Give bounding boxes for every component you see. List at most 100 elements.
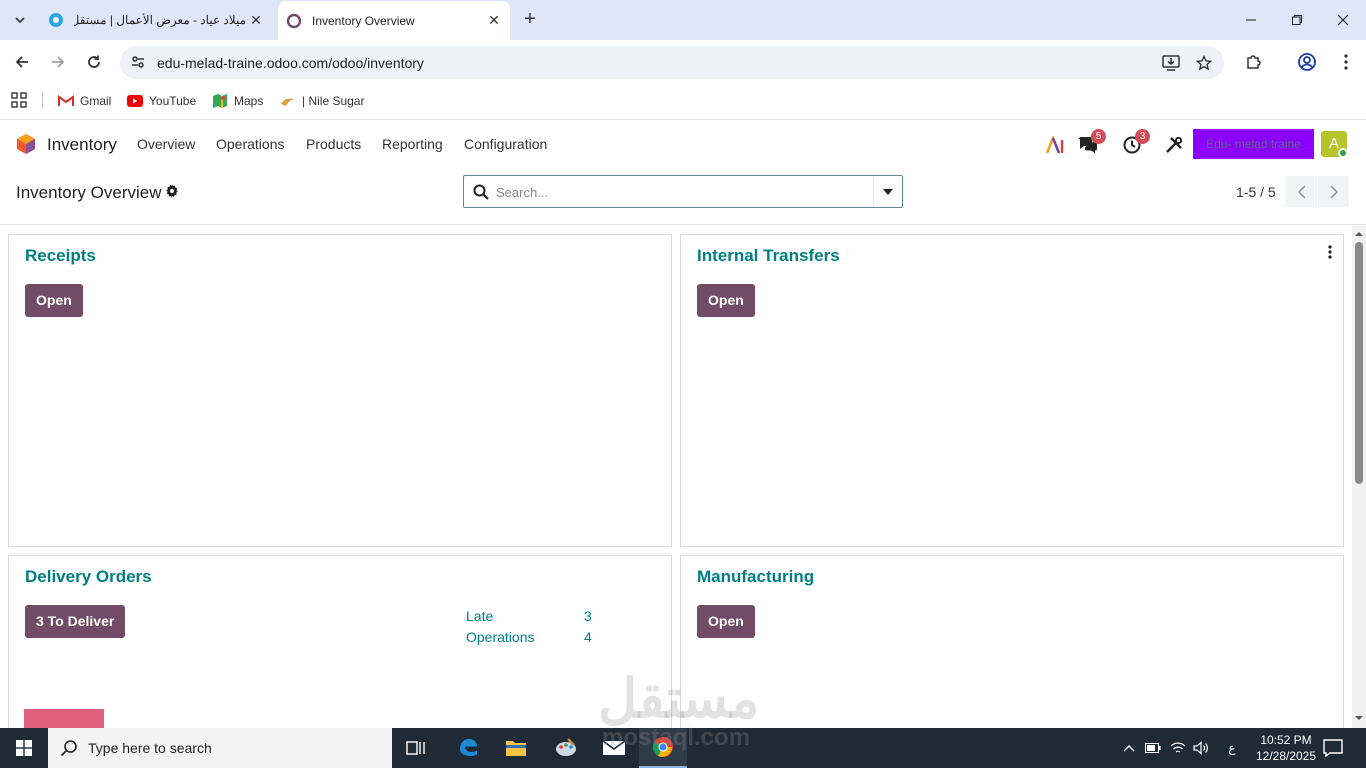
bookmark-maps[interactable]: Maps bbox=[212, 93, 263, 109]
bookmark-star-button[interactable] bbox=[1193, 52, 1215, 74]
taskbar-search[interactable]: Type here to search bbox=[48, 728, 392, 768]
operations-label[interactable]: Operations bbox=[466, 629, 534, 645]
ai-button[interactable] bbox=[1043, 133, 1067, 157]
messages-button[interactable]: 5 bbox=[1076, 129, 1106, 157]
system-clock[interactable]: 10:52 PM 12/28/2025 bbox=[1248, 732, 1324, 764]
install-icon bbox=[1162, 55, 1180, 71]
restore-button[interactable] bbox=[1274, 0, 1320, 40]
new-tab-button[interactable]: + bbox=[518, 8, 542, 32]
scroll-thumb[interactable] bbox=[1355, 242, 1363, 484]
online-status-dot bbox=[1338, 148, 1348, 158]
bookmark-nile-sugar[interactable]: | Nile Sugar bbox=[280, 93, 364, 109]
minimize-icon bbox=[1246, 19, 1256, 21]
inventory-kanban: Receipts Open Internal Transfers Open De… bbox=[0, 226, 1352, 728]
minimize-button[interactable] bbox=[1228, 0, 1274, 40]
inventory-app-icon[interactable] bbox=[15, 133, 37, 155]
profile-button[interactable] bbox=[1295, 50, 1319, 74]
pager-next-button[interactable] bbox=[1318, 176, 1349, 207]
operations-count[interactable]: 4 bbox=[584, 629, 592, 645]
folder-icon bbox=[506, 741, 526, 756]
gear-icon[interactable] bbox=[165, 184, 179, 198]
chevron-up-icon bbox=[1123, 745, 1135, 752]
bookmark-gmail[interactable]: Gmail bbox=[58, 93, 111, 109]
forward-button[interactable] bbox=[44, 48, 72, 76]
address-bar[interactable]: edu-melad-traine.odoo.com/odoo/inventory bbox=[120, 46, 1224, 79]
card-title[interactable]: Receipts bbox=[25, 246, 96, 266]
browser-tab-mostaql[interactable]: ميلاد عياد - معرض الأعمال | مستقل ✕ bbox=[40, 0, 272, 40]
menu-operations[interactable]: Operations bbox=[216, 136, 284, 152]
card-title[interactable]: Delivery Orders bbox=[25, 567, 152, 587]
graph-bar[interactable] bbox=[24, 709, 104, 728]
bookmark-youtube[interactable]: YouTube bbox=[127, 93, 196, 109]
scroll-up-icon[interactable] bbox=[1355, 230, 1363, 238]
menu-configuration[interactable]: Configuration bbox=[464, 136, 547, 152]
tools-icon bbox=[1166, 136, 1183, 153]
maps-icon bbox=[212, 93, 228, 109]
browser-tab-bar: ميلاد عياد - معرض الأعمال | مستقل ✕ Inve… bbox=[0, 0, 1366, 40]
volume-button[interactable] bbox=[1193, 740, 1209, 756]
arrow-left-icon bbox=[15, 56, 28, 68]
windows-logo-icon bbox=[16, 740, 32, 756]
tab-search-button[interactable] bbox=[7, 7, 33, 33]
activities-button[interactable]: 3 bbox=[1120, 129, 1150, 157]
debug-tools-button[interactable] bbox=[1162, 133, 1186, 157]
messages-badge: 5 bbox=[1091, 129, 1106, 144]
open-button[interactable]: Open bbox=[25, 284, 83, 317]
tab-close-icon[interactable]: ✕ bbox=[484, 12, 504, 29]
battery-button[interactable] bbox=[1145, 740, 1161, 756]
tune-icon bbox=[132, 56, 144, 68]
search-bar bbox=[463, 175, 903, 208]
edge-app[interactable] bbox=[444, 728, 492, 768]
file-explorer-app[interactable] bbox=[492, 728, 540, 768]
apps-shortcut[interactable] bbox=[11, 92, 27, 108]
tab-close-icon[interactable]: ✕ bbox=[246, 12, 266, 29]
show-hidden-icons-button[interactable] bbox=[1121, 740, 1137, 756]
company-switcher[interactable]: Edu- melad traine bbox=[1193, 129, 1314, 159]
paint-app[interactable] bbox=[542, 728, 590, 768]
search-options-toggle[interactable] bbox=[873, 176, 902, 207]
menu-overview[interactable]: Overview bbox=[137, 136, 195, 152]
pager-value[interactable]: 1-5 / 5 bbox=[1236, 184, 1276, 200]
notification-center-icon[interactable] bbox=[1322, 738, 1344, 758]
pager-previous-button[interactable] bbox=[1286, 176, 1317, 207]
chevron-left-icon bbox=[1297, 184, 1306, 199]
network-button[interactable] bbox=[1170, 740, 1186, 756]
reload-button[interactable] bbox=[80, 48, 108, 76]
watermark-text: مستقل bbox=[598, 669, 760, 729]
back-button[interactable] bbox=[8, 48, 36, 76]
start-button[interactable] bbox=[0, 728, 48, 768]
menu-reporting[interactable]: Reporting bbox=[382, 136, 443, 152]
bookmark-label: Maps bbox=[234, 94, 264, 108]
search-icon bbox=[60, 740, 77, 757]
taskbar-search-placeholder: Type here to search bbox=[88, 740, 212, 756]
gmail-icon bbox=[58, 93, 74, 109]
late-count[interactable]: 3 bbox=[584, 608, 592, 624]
to-deliver-button[interactable]: 3 To Deliver bbox=[25, 605, 126, 638]
app-name[interactable]: Inventory bbox=[47, 135, 117, 155]
site-info-button[interactable] bbox=[128, 52, 148, 72]
card-title[interactable]: Internal Transfers bbox=[697, 246, 840, 266]
browser-menu-button[interactable] bbox=[1334, 50, 1358, 74]
task-view-button[interactable] bbox=[392, 728, 440, 768]
install-app-button[interactable] bbox=[1160, 52, 1182, 74]
search-input[interactable] bbox=[496, 182, 866, 202]
open-button[interactable]: Open bbox=[697, 284, 755, 317]
browser-tab-inventory[interactable]: Inventory Overview ✕ bbox=[278, 1, 510, 40]
nile-sugar-icon bbox=[280, 93, 296, 109]
menu-products[interactable]: Products bbox=[306, 136, 361, 152]
extensions-button[interactable] bbox=[1242, 50, 1266, 74]
page-scrollbar[interactable] bbox=[1352, 226, 1366, 728]
youtube-icon bbox=[127, 93, 143, 109]
chevron-down-icon bbox=[15, 17, 25, 23]
kebab-menu-icon bbox=[1344, 54, 1348, 70]
open-button[interactable]: Open bbox=[697, 605, 755, 638]
bookmarks-divider bbox=[42, 92, 43, 108]
card-title[interactable]: Manufacturing bbox=[697, 567, 814, 587]
late-label[interactable]: Late bbox=[466, 608, 493, 624]
close-window-button[interactable] bbox=[1320, 0, 1366, 40]
input-language-button[interactable]: ع bbox=[1224, 740, 1240, 756]
odoo-favicon-icon bbox=[286, 13, 302, 28]
scroll-down-icon[interactable] bbox=[1355, 714, 1363, 722]
card-kebab-menu-icon[interactable] bbox=[1327, 245, 1333, 259]
speaker-icon bbox=[1193, 741, 1208, 755]
